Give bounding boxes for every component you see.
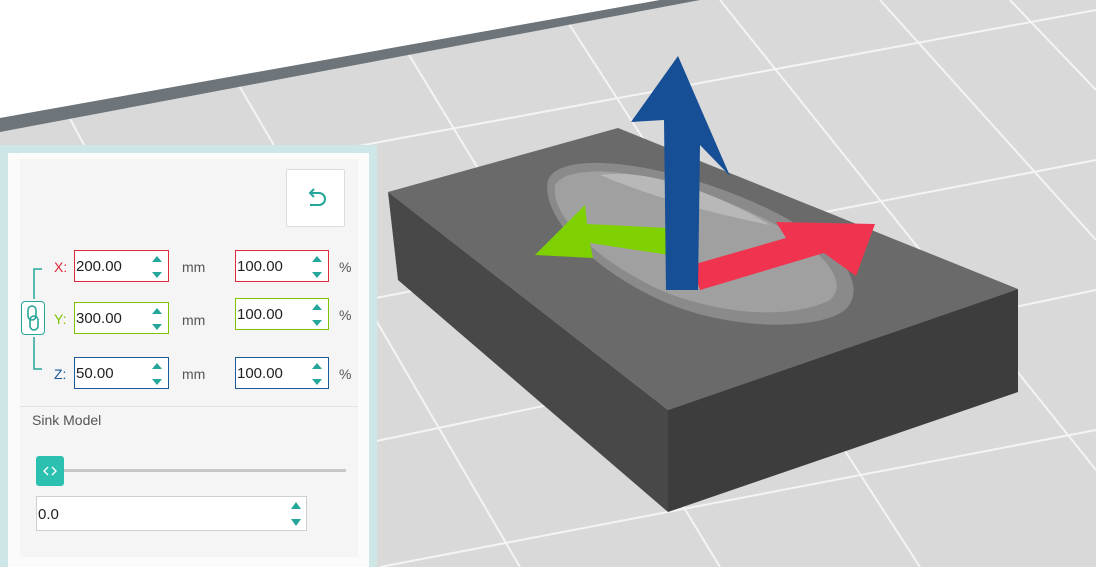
y-percent-unit: % — [339, 307, 352, 323]
y-axis-label: Y: — [54, 311, 67, 327]
spin-arrows-icon[interactable] — [152, 361, 162, 387]
reset-button[interactable] — [286, 169, 345, 227]
spin-arrows-icon[interactable] — [291, 500, 301, 528]
z-percent-unit: % — [339, 366, 352, 382]
chevrons-left-right-icon — [43, 466, 57, 476]
section-divider — [20, 406, 358, 407]
z-axis-label: Z: — [54, 366, 67, 382]
x-percent-value: 100.00 — [237, 258, 283, 275]
undo-arrow-icon — [308, 188, 326, 206]
model-block[interactable] — [388, 128, 1018, 512]
y-size-input[interactable]: 300.00 — [74, 302, 169, 334]
x-size-value: 200.00 — [76, 258, 122, 275]
x-percent-input[interactable]: 100.00 — [235, 250, 329, 282]
z-size-input[interactable]: 50.00 — [74, 357, 169, 389]
y-size-unit: mm — [182, 312, 206, 328]
z-percent-input[interactable]: 100.00 — [235, 357, 329, 389]
y-size-value: 300.00 — [76, 310, 122, 327]
z-size-unit: mm — [182, 366, 206, 382]
x-size-unit: mm — [182, 259, 206, 275]
chain-link-icon — [27, 305, 39, 331]
spin-arrows-icon[interactable] — [312, 254, 322, 280]
sink-slider-track[interactable] — [48, 469, 346, 472]
link-proportions-button[interactable] — [21, 301, 45, 335]
x-percent-unit: % — [339, 259, 352, 275]
sink-slider-handle[interactable] — [36, 456, 64, 486]
y-percent-value: 100.00 — [237, 306, 283, 323]
z-percent-value: 100.00 — [237, 365, 283, 382]
spin-arrows-icon[interactable] — [152, 306, 162, 332]
x-axis-label: X: — [54, 259, 68, 275]
scale-panel: X: 200.00 mm 100.00 % Y: 300.00 mm 100.0… — [0, 145, 377, 567]
z-size-value: 50.00 — [76, 365, 114, 382]
spin-arrows-icon[interactable] — [312, 302, 322, 328]
sink-model-label: Sink Model — [32, 412, 102, 428]
spin-arrows-icon[interactable] — [312, 361, 322, 387]
sink-value-input[interactable]: 0.0 — [36, 496, 307, 531]
spin-arrows-icon[interactable] — [152, 254, 162, 280]
y-percent-input[interactable]: 100.00 — [235, 298, 329, 330]
x-size-input[interactable]: 200.00 — [74, 250, 169, 282]
sink-value: 0.0 — [38, 506, 59, 523]
